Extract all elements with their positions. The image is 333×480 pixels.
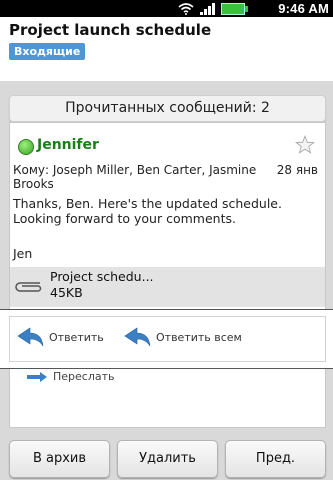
status-time: 9:46 AM bbox=[278, 1, 329, 16]
star-icon[interactable] bbox=[294, 134, 316, 156]
reply-all-button[interactable]: Ответить всем bbox=[123, 327, 242, 347]
forward-label: Переслать bbox=[53, 370, 115, 383]
read-messages-bar[interactable]: Прочитанных сообщений: 2 bbox=[9, 95, 326, 122]
attachment-item[interactable]: Project schedu... 45KB bbox=[10, 267, 325, 307]
message-header: Project launch schedule Входящие bbox=[0, 17, 333, 81]
recipients: Кому: Joseph Miller, Ben Carter, Jasmine… bbox=[13, 163, 318, 191]
reply-actions-inner: Ответить Ответить всем bbox=[9, 316, 326, 362]
reply-icon bbox=[17, 327, 44, 347]
to-line: Кому: Joseph Miller, Ben Carter, Jasmine… bbox=[13, 163, 257, 191]
signal-icon bbox=[200, 3, 215, 15]
reply-button[interactable]: Ответить bbox=[16, 327, 104, 347]
signature: Jen bbox=[13, 246, 33, 261]
sender-row[interactable]: Jennifer bbox=[10, 131, 325, 159]
reply-all-icon bbox=[124, 327, 151, 347]
attachment-name: Project schedu... bbox=[50, 269, 154, 284]
previous-button[interactable]: Пред. bbox=[225, 440, 326, 478]
folder-badge: Входящие bbox=[9, 43, 86, 60]
archive-button[interactable]: В архив bbox=[9, 440, 110, 478]
forward-icon bbox=[27, 371, 47, 382]
body-line-1: Thanks, Ben. Here's the updated schedule… bbox=[13, 196, 282, 211]
bottom-toolbar: В архив Удалить Пред. bbox=[0, 433, 333, 480]
message-date: 28 янв bbox=[276, 163, 318, 177]
status-bar: 9:46 AM bbox=[0, 0, 333, 17]
paperclip-icon bbox=[15, 282, 42, 292]
sender-name[interactable]: Jennifer bbox=[37, 137, 99, 153]
battery-icon bbox=[221, 3, 248, 15]
presence-icon bbox=[18, 139, 34, 155]
subject-title: Project launch schedule bbox=[9, 21, 212, 39]
forward-button[interactable]: Переслать bbox=[27, 370, 115, 383]
reply-all-label: Ответить всем bbox=[156, 330, 242, 344]
delete-button[interactable]: Удалить bbox=[117, 440, 218, 478]
message-body: Thanks, Ben. Here's the updated schedule… bbox=[13, 196, 318, 226]
body-line-2: Looking forward to your comments. bbox=[13, 211, 236, 226]
reply-label: Ответить bbox=[49, 330, 104, 344]
attachment-size: 45KB bbox=[50, 285, 83, 300]
wifi-icon bbox=[178, 3, 194, 15]
reply-actions-panel: Ответить Ответить всем bbox=[0, 309, 333, 369]
